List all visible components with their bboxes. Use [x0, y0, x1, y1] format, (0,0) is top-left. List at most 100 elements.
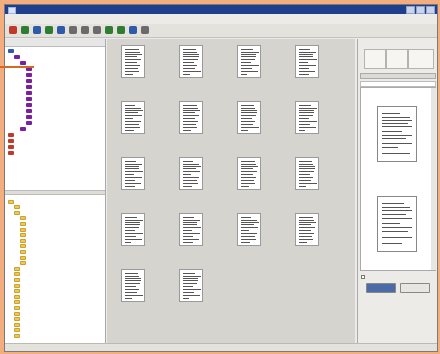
open-icon[interactable] [69, 26, 77, 34]
document-thumbnail[interactable] [113, 101, 153, 157]
folder-node[interactable] [14, 277, 22, 282]
folder-node[interactable] [20, 233, 28, 238]
page-thumbnail[interactable] [295, 157, 319, 190]
folder-node[interactable] [20, 261, 28, 266]
archive-node[interactable] [20, 60, 28, 65]
forward-icon[interactable] [21, 26, 29, 34]
document-thumbnail[interactable] [229, 157, 269, 213]
checkbox-box[interactable] [361, 275, 365, 279]
page-thumbnail[interactable] [121, 269, 145, 302]
tab-3[interactable] [408, 49, 434, 69]
page-thumbnail[interactable] [295, 213, 319, 246]
archive-node[interactable] [26, 108, 34, 113]
document-thumbnail[interactable] [171, 157, 211, 213]
archive-node[interactable] [26, 84, 34, 89]
archive-node[interactable] [8, 132, 16, 137]
archive-node[interactable] [14, 54, 22, 59]
print-icon[interactable] [81, 26, 89, 34]
folder-node[interactable] [14, 311, 22, 316]
back-icon[interactable] [9, 26, 17, 34]
document-thumbnail[interactable] [171, 45, 211, 101]
document-thumbnail[interactable] [287, 157, 327, 213]
folder-node[interactable] [14, 305, 22, 310]
archive-node[interactable] [26, 114, 34, 119]
tool-icon[interactable] [117, 26, 125, 34]
folder-node[interactable] [14, 289, 22, 294]
archive-node[interactable] [26, 102, 34, 107]
export-icon[interactable] [141, 26, 149, 34]
page-thumbnail[interactable] [179, 101, 203, 134]
settings-icon[interactable] [129, 26, 137, 34]
preview-page-2[interactable] [377, 196, 417, 252]
folder-node[interactable] [20, 227, 28, 232]
secondary-action-button[interactable] [400, 283, 430, 293]
folder-node[interactable] [14, 272, 22, 277]
page-thumbnail[interactable] [237, 101, 261, 134]
import-icon[interactable] [45, 26, 53, 34]
folder-node[interactable] [8, 199, 16, 204]
page-thumbnail[interactable] [121, 45, 145, 78]
archive-node[interactable] [8, 150, 16, 155]
tab-1[interactable] [364, 49, 386, 69]
folder-node[interactable] [20, 249, 28, 254]
page-thumbnail[interactable] [237, 45, 261, 78]
page-thumbnail[interactable] [121, 101, 145, 134]
folder-node[interactable] [14, 333, 22, 338]
folder-node[interactable] [14, 300, 22, 305]
folder-node[interactable] [20, 255, 28, 260]
folder-node[interactable] [14, 294, 22, 299]
page-thumbnail[interactable] [237, 213, 261, 246]
tab-2[interactable] [386, 49, 408, 69]
page-thumbnail[interactable] [179, 157, 203, 190]
folder-node[interactable] [20, 244, 28, 249]
folder-node[interactable] [20, 221, 28, 226]
document-thumbnail[interactable] [113, 157, 153, 213]
document-thumbnail[interactable] [287, 213, 327, 269]
archive-node[interactable] [8, 48, 16, 53]
archive-node[interactable] [20, 126, 28, 131]
primary-action-button[interactable] [366, 283, 396, 293]
maximize-button[interactable] [416, 6, 425, 14]
document-thumbnail[interactable] [171, 101, 211, 157]
document-thumbnail[interactable] [113, 213, 153, 269]
document-thumbnail[interactable] [229, 213, 269, 269]
folder-node[interactable] [20, 216, 28, 221]
archive-node[interactable] [26, 96, 34, 101]
document-thumbnail[interactable] [113, 45, 153, 101]
document-thumbnail[interactable] [113, 269, 153, 325]
close-button[interactable] [426, 6, 435, 14]
folder-node[interactable] [14, 328, 22, 333]
archive-node[interactable] [8, 138, 16, 143]
folder-node[interactable] [14, 322, 22, 327]
document-thumbnail[interactable] [171, 213, 211, 269]
archive-node[interactable] [26, 120, 34, 125]
preview-page-1[interactable] [377, 106, 417, 162]
preview-checkbox[interactable] [361, 275, 366, 279]
refresh-icon[interactable] [57, 26, 65, 34]
page-thumbnail[interactable] [121, 213, 145, 246]
page-thumbnail[interactable] [295, 45, 319, 78]
page-thumbnail[interactable] [179, 213, 203, 246]
search-icon[interactable] [93, 26, 101, 34]
document-thumbnail[interactable] [229, 101, 269, 157]
page-thumbnail[interactable] [121, 157, 145, 190]
preview-scrollbar[interactable] [431, 88, 436, 270]
archive-node[interactable] [26, 90, 34, 95]
page-thumbnail[interactable] [179, 45, 203, 78]
archive-node[interactable] [8, 144, 16, 149]
document-thumbnail[interactable] [287, 101, 327, 157]
page-thumbnail[interactable] [237, 157, 261, 190]
panel-splitter[interactable] [5, 190, 105, 195]
page-thumbnail[interactable] [295, 101, 319, 134]
document-thumbnail[interactable] [287, 45, 327, 101]
archive-node[interactable] [26, 78, 34, 83]
scan-icon[interactable] [33, 26, 41, 34]
folder-node[interactable] [14, 266, 22, 271]
document-thumbnail[interactable] [229, 45, 269, 101]
zoom-icon[interactable] [105, 26, 113, 34]
minimize-button[interactable] [406, 6, 415, 14]
folder-node[interactable] [14, 317, 22, 322]
folder-node[interactable] [14, 283, 22, 288]
folder-node[interactable] [14, 205, 22, 210]
document-thumbnail[interactable] [171, 269, 211, 325]
